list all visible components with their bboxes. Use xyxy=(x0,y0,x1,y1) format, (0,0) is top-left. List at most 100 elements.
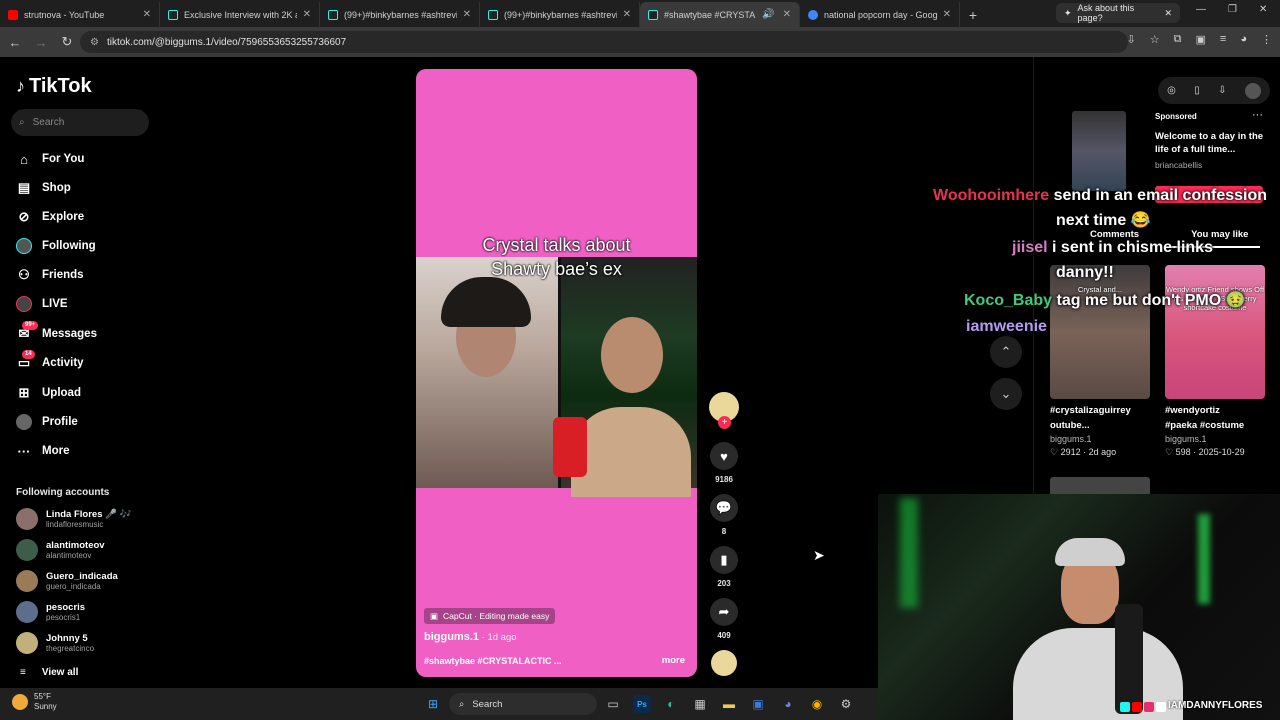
nav-following[interactable]: Following xyxy=(16,238,96,254)
ad-menu-icon[interactable]: ··· xyxy=(1252,109,1263,121)
compass-icon[interactable]: ◎ xyxy=(1167,85,1176,96)
tab-binkybarnes-2[interactable]: (99+)#binkybarnes #ashtrevino ✕ xyxy=(480,2,640,27)
account-item[interactable]: alantimoteov alantimoteov xyxy=(16,539,105,561)
close-tab-icon[interactable]: ✕ xyxy=(943,9,951,20)
site-info-icon[interactable]: ⚙ xyxy=(90,37,99,48)
ad-description[interactable]: Welcome to a day in the life of a full t… xyxy=(1155,130,1269,156)
speaker-icon[interactable]: 🔊 xyxy=(762,9,774,20)
youtube-favicon-icon xyxy=(8,9,18,20)
nav-shop[interactable]: ▤ Shop xyxy=(16,180,71,196)
more-button[interactable]: more xyxy=(662,655,685,666)
nav-for-you[interactable]: ⌂ For You xyxy=(16,151,84,167)
close-tab-icon[interactable]: ✕ xyxy=(303,9,311,20)
caption-line: Shawty bae’s ex xyxy=(491,259,622,279)
extensions-icon[interactable]: ⧉ xyxy=(1174,33,1182,46)
nav-friends[interactable]: ⚇ Friends xyxy=(16,267,83,283)
close-tab-icon[interactable]: ✕ xyxy=(463,9,471,20)
store-icon[interactable]: ▦ xyxy=(691,695,709,713)
forward-icon[interactable]: → xyxy=(30,31,52,53)
phone-icon[interactable]: ▯ xyxy=(1194,85,1200,96)
close-tab-icon[interactable]: ✕ xyxy=(143,9,151,20)
chat-message: Woohooimhere send in an email confession xyxy=(933,185,1267,207)
taskbar-search[interactable]: ⌕ Search xyxy=(449,693,597,715)
edge-icon[interactable]: ◐ xyxy=(662,695,680,713)
outlook-icon[interactable]: ▣ xyxy=(749,695,767,713)
weather-widget[interactable]: 55°F Sunny xyxy=(12,692,57,712)
back-icon[interactable]: ← xyxy=(4,31,26,53)
tab-youtube[interactable]: strutnova - YouTube ✕ xyxy=(0,2,160,27)
card-caption: #wendyortiz xyxy=(1165,405,1220,416)
video-hashtags[interactable]: #shawtybae #CRYSTALACTIC ... xyxy=(424,656,562,666)
account-item[interactable]: Guero_indicada guero_indicada xyxy=(16,570,118,592)
like-button[interactable]: ♥ 9186 xyxy=(708,442,740,484)
reload-icon[interactable]: ↻ xyxy=(56,31,78,53)
video-author[interactable]: biggums.1 · 1d ago xyxy=(424,631,517,643)
video-player[interactable]: Crystal talks about Shawty bae’s ex ▣ CapC… xyxy=(416,69,697,677)
ad-author[interactable]: briancabellis xyxy=(1155,160,1202,170)
sparkle-icon: ✦ xyxy=(1064,7,1072,18)
streamer-webcam: IAMDANNYFLORES xyxy=(878,494,1280,720)
comment-button[interactable]: 💬 8 xyxy=(708,494,740,536)
new-tab-button[interactable]: + xyxy=(960,2,986,27)
chat-message: Koco_Baby tag me but don't PMO 🤢 xyxy=(964,290,1246,312)
tab-binkybarnes-1[interactable]: (99+)#binkybarnes #ashtrevino ✕ xyxy=(320,2,480,27)
share-button[interactable]: ➦ 409 xyxy=(708,598,740,640)
author-avatar-button[interactable]: + xyxy=(708,392,740,429)
live-icon xyxy=(16,296,32,312)
photoshop-icon[interactable]: Ps xyxy=(633,695,651,713)
nav-upload[interactable]: ⊞ Upload xyxy=(16,385,81,401)
task-view-icon[interactable]: ▭ xyxy=(604,695,622,713)
media-controls-icon[interactable]: ≡ xyxy=(1220,33,1226,46)
chat-message: jiisel i sent in chisme links xyxy=(1012,237,1213,259)
capcut-tag[interactable]: ▣ CapCut · Editing made easy xyxy=(424,608,556,624)
install-app-icon[interactable]: ⇩ xyxy=(1127,33,1136,46)
search-input[interactable]: ⌕ Search xyxy=(11,109,149,136)
tiktok-note-icon: ♪ xyxy=(16,76,25,96)
video-thumbnail: Crystal and... xyxy=(1050,265,1150,399)
chrome-icon[interactable]: ◉ xyxy=(808,695,826,713)
previous-video-button[interactable]: ⌃ xyxy=(990,336,1022,368)
url-input[interactable]: ⚙ tiktok.com/@biggums.1/video/75965536532… xyxy=(80,31,1128,53)
close-window-icon[interactable]: ✕ xyxy=(1259,4,1267,15)
music-disc-button[interactable] xyxy=(708,650,740,676)
card-date: 2025-10-29 xyxy=(1198,447,1245,457)
split-view-icon[interactable]: ▣ xyxy=(1196,33,1206,46)
tab-shawtybae-active[interactable]: #shawtybae #CRYSTALACTI 🔊 ✕ xyxy=(640,2,800,27)
restore-icon[interactable]: ❐ xyxy=(1228,4,1237,15)
windows-start-icon[interactable]: ⊞ xyxy=(424,695,442,713)
menu-kebab-icon[interactable]: ⋮ xyxy=(1261,33,1272,46)
profile-avatar-icon[interactable] xyxy=(1244,82,1261,99)
view-all-button[interactable]: ≡ View all xyxy=(20,667,78,678)
ask-about-page-button[interactable]: ✦ Ask about this page? ✕ xyxy=(1056,3,1180,23)
follow-plus-icon[interactable]: + xyxy=(718,416,731,429)
close-tab-icon[interactable]: ✕ xyxy=(623,9,631,20)
ad-thumbnail[interactable] xyxy=(1072,111,1126,191)
nav-more[interactable]: ··· More xyxy=(16,443,70,459)
nav-messages[interactable]: ✉ 99+ Messages xyxy=(16,321,97,342)
account-item[interactable]: pesocris pesocris1 xyxy=(16,601,85,623)
close-tab-icon[interactable]: ✕ xyxy=(783,9,791,20)
app-icon[interactable]: ⚙ xyxy=(837,695,855,713)
nav-activity[interactable]: ▭ 14 Activity xyxy=(16,350,84,371)
discord-icon[interactable]: ◕ xyxy=(779,695,797,713)
tab-interview[interactable]: Exclusive Interview with 2K at T ✕ xyxy=(160,2,320,27)
nav-explore[interactable]: ⊘ Explore xyxy=(16,209,85,225)
file-explorer-icon[interactable]: ▬ xyxy=(720,695,738,713)
nav-label: More xyxy=(42,445,70,457)
account-item[interactable]: Linda Flores 🎤 🎶 lindafloresmusic xyxy=(16,508,131,530)
avatar xyxy=(16,570,38,592)
tiktok-logo[interactable]: ♪ TikTok xyxy=(16,75,92,98)
tab-google-popcorn[interactable]: national popcorn day - Google ✕ xyxy=(800,2,960,27)
nav-profile[interactable]: Profile xyxy=(16,414,78,430)
download-icon[interactable]: ⇩ xyxy=(1218,85,1226,96)
close-icon[interactable]: ✕ xyxy=(1164,8,1172,19)
minimize-icon[interactable]: — xyxy=(1196,4,1206,15)
tab-label: (99+)#binkybarnes #ashtrevino xyxy=(344,9,457,20)
nav-live[interactable]: LIVE xyxy=(16,296,68,312)
chat-message: iamweenie xyxy=(966,316,1047,338)
account-item[interactable]: Johnny 5 thegreatcinco xyxy=(16,632,94,654)
next-video-button[interactable]: ⌄ xyxy=(990,378,1022,410)
save-button[interactable]: ▮ 203 xyxy=(708,546,740,588)
bookmark-star-icon[interactable]: ☆ xyxy=(1150,33,1160,46)
profile-avatar-icon[interactable]: ◕ xyxy=(1240,33,1247,46)
